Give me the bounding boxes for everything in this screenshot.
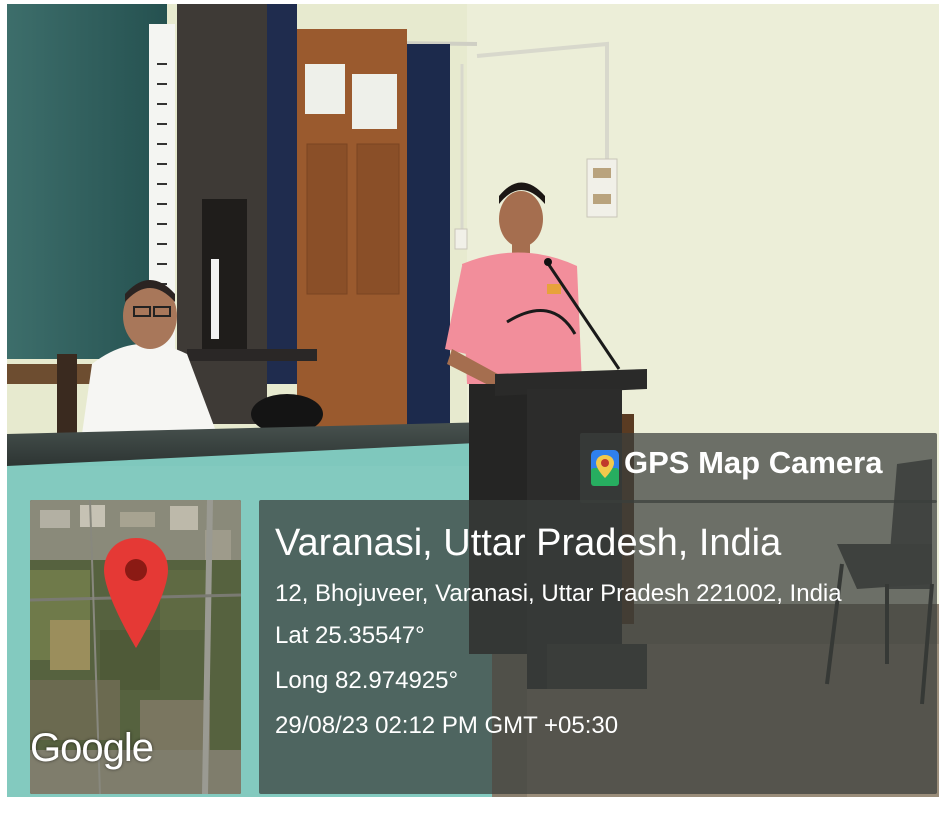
location-info-panel: Varanasi, Uttar Pradesh, India 12, Bhoju…	[259, 500, 937, 794]
app-name: GPS Map Camera	[624, 445, 883, 480]
map-pin-icon	[591, 450, 619, 486]
map-thumbnail: Google	[30, 500, 241, 794]
google-logo: Google	[30, 726, 154, 770]
datetime-text: 29/08/23 02:12 PM GMT +05:30	[275, 712, 619, 739]
latitude-text: Lat 25.35547°	[275, 622, 425, 649]
photo-frame: GPS Map Camera Google Varanasi, Uttar Pr…	[7, 4, 939, 797]
address-text: 12, Bhojuveer, Varanasi, Uttar Pradesh 2…	[275, 580, 842, 607]
longitude-text: Long 82.974925°	[275, 667, 459, 694]
place-name: Varanasi, Uttar Pradesh, India	[275, 522, 782, 564]
gps-camera-title-bar: GPS Map Camera	[580, 433, 937, 503]
